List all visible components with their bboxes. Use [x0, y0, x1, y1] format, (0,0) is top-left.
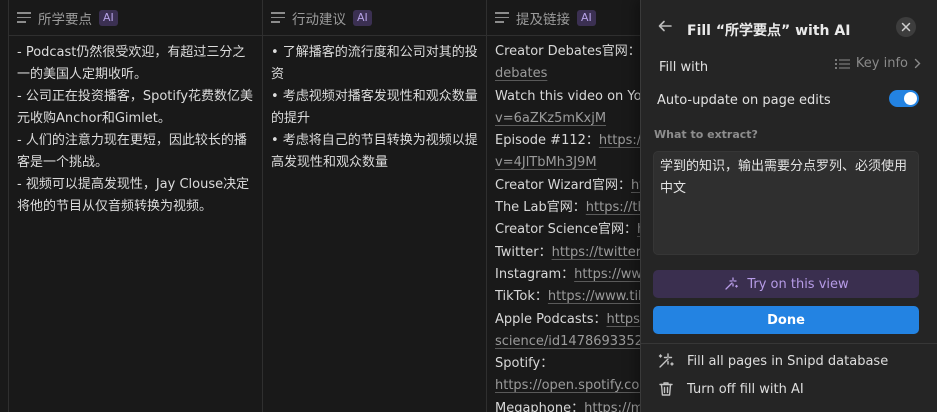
column-title: 提及链接	[516, 11, 570, 28]
sparkle-icon	[725, 277, 739, 290]
link-url[interactable]: https://www.tik	[548, 289, 646, 304]
auto-update-toggle[interactable]	[889, 90, 919, 107]
list-icon	[834, 58, 850, 69]
extract-label: What to extract?	[654, 128, 758, 141]
fill-with-row: Fill with Key info	[659, 56, 921, 75]
close-button[interactable]	[896, 17, 916, 37]
column-title: 行动建议	[292, 11, 346, 28]
try-on-view-label: Try on this view	[747, 276, 849, 292]
back-arrow-icon[interactable]	[657, 18, 673, 34]
text-property-icon	[17, 12, 31, 23]
text-property-icon	[271, 12, 285, 23]
ai-badge: AI	[353, 9, 372, 26]
chevron-right-icon	[914, 58, 921, 69]
try-on-view-button[interactable]: Try on this view	[653, 270, 919, 298]
column-title: 所学要点	[38, 11, 92, 28]
auto-update-label: Auto-update on page edits	[657, 93, 831, 108]
fill-with-ai-panel: Fill “所学要点” with AI Fill with Key info A…	[640, 0, 937, 412]
done-label: Done	[767, 312, 805, 328]
close-icon	[901, 22, 911, 32]
column-header-learnings[interactable]: 所学要点 AI	[9, 0, 262, 36]
auto-update-row: Auto-update on page edits	[657, 89, 919, 109]
cell-actions[interactable]: • 了解播客的流行度和公司对其的投资 • 考虑视频对播客发现性和观众数量的提升 …	[263, 36, 486, 174]
fill-with-value: Key info	[855, 56, 908, 71]
link-url[interactable]: debates	[495, 66, 547, 81]
fill-with-label: Fill with	[659, 60, 709, 75]
magic-wand-icon	[658, 353, 674, 368]
fill-all-pages-item[interactable]: Fill all pages in Snipd database	[657, 350, 922, 372]
turn-off-fill-item[interactable]: Turn off fill with AI	[657, 378, 922, 400]
fill-with-select[interactable]: Key info	[834, 56, 921, 71]
panel-header: Fill “所学要点” with AI	[641, 14, 937, 44]
trash-icon	[659, 382, 673, 396]
divider	[641, 343, 937, 344]
link-url[interactable]: v=6aZKz5mKxjM	[495, 111, 606, 126]
toggle-knob	[904, 92, 917, 105]
link-url[interactable]: https://twitter.	[552, 245, 644, 260]
link-url[interactable]: https://th	[586, 200, 646, 215]
column-learnings: 所学要点 AI - Podcast仍然很受欢迎，有超过三分之一的美国人定期收听。…	[9, 0, 263, 412]
link-url[interactable]: https://open.spotify.com	[495, 378, 652, 393]
link-url[interactable]: science/id1478693352	[495, 334, 643, 349]
fill-all-pages-label: Fill all pages in Snipd database	[687, 353, 889, 369]
panel-title: Fill “所学要点” with AI	[687, 23, 851, 39]
column-header-actions[interactable]: 行动建议 AI	[263, 0, 486, 36]
cell-learnings[interactable]: - Podcast仍然很受欢迎，有超过三分之一的美国人定期收听。 - 公司正在投…	[9, 36, 262, 218]
text-property-icon	[495, 12, 509, 23]
ai-badge: AI	[577, 9, 596, 26]
extract-textarea[interactable]: 学到的知识，输出需要分点罗列、必须使用中文	[653, 151, 919, 255]
ai-badge: AI	[99, 9, 118, 26]
column-actions: 行动建议 AI • 了解播客的流行度和公司对其的投资 • 考虑视频对播客发现性和…	[263, 0, 487, 412]
link-url[interactable]: https://m	[584, 401, 643, 412]
turn-off-fill-label: Turn off fill with AI	[687, 381, 804, 397]
link-url[interactable]: https://	[599, 133, 646, 148]
done-button[interactable]: Done	[653, 306, 919, 334]
link-url[interactable]: v=4JlTbMh3J9M	[495, 155, 597, 170]
row-gutter	[0, 0, 9, 412]
